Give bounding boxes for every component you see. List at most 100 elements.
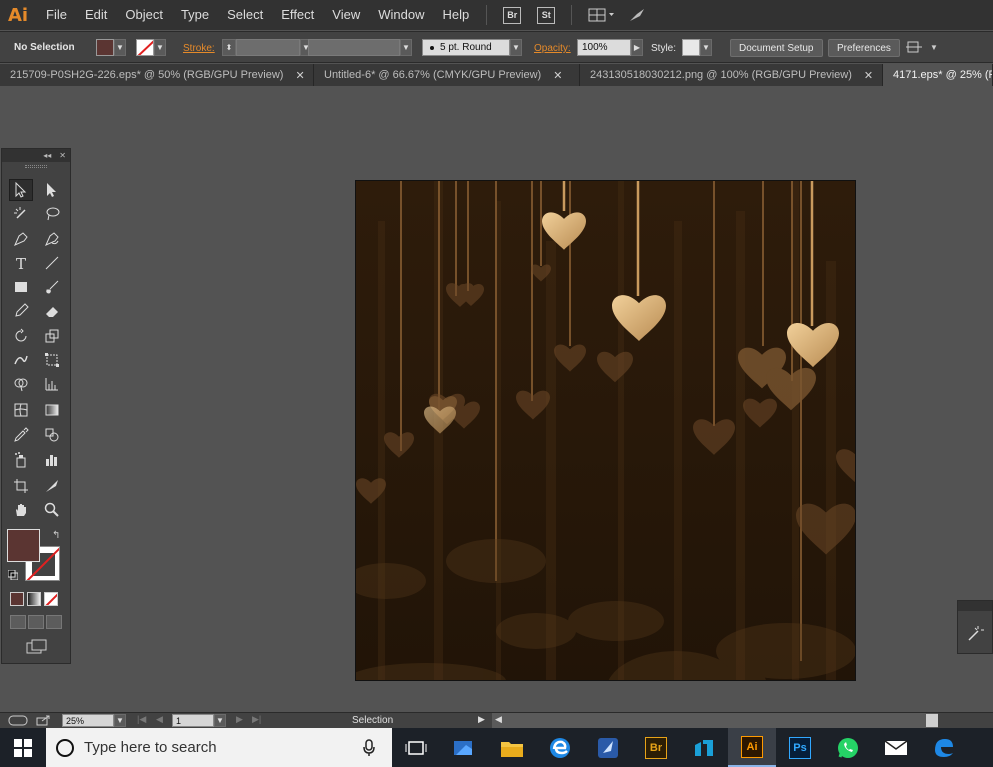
file-explorer-folder-icon[interactable]	[488, 728, 536, 767]
scale-tool[interactable]	[40, 325, 64, 347]
stroke-control[interactable]: ▼	[136, 39, 166, 56]
fill-color-swatch[interactable]	[7, 529, 40, 562]
next-artboard-icon[interactable]: ▶	[236, 714, 243, 725]
status-toggle-icon[interactable]	[8, 715, 28, 729]
stepper-icon[interactable]: ⬍	[222, 39, 236, 56]
eraser-tool[interactable]	[40, 300, 64, 322]
default-fill-stroke-icon[interactable]	[7, 569, 19, 581]
app-icon[interactable]	[584, 728, 632, 767]
blend-tool[interactable]	[40, 424, 64, 446]
style-control[interactable]: ▼	[682, 39, 712, 56]
tab-document-3[interactable]: 243130518030212.png @ 100% (RGB/GPU Prev…	[580, 64, 883, 86]
edge-icon[interactable]	[920, 728, 968, 767]
perspective-grid-tool[interactable]	[40, 373, 64, 395]
bridge-icon[interactable]: Br	[632, 728, 680, 767]
file-explorer-icon[interactable]	[440, 728, 488, 767]
taskbar-search[interactable]: Type here to search	[46, 728, 392, 767]
chevron-down-icon[interactable]: ▼	[400, 39, 412, 56]
first-artboard-icon[interactable]: |◀	[137, 714, 146, 725]
status-menu-icon[interactable]: ▶	[478, 714, 485, 725]
document-setup-button[interactable]: Document Setup	[730, 39, 823, 57]
variable-width-field[interactable]: ▼	[308, 39, 412, 56]
hand-tool[interactable]	[9, 499, 33, 521]
stroke-none-swatch[interactable]	[136, 39, 154, 56]
gpu-performance-icon[interactable]	[628, 7, 646, 23]
slice-tool[interactable]	[40, 475, 64, 497]
panel-header[interactable]	[958, 601, 992, 611]
warp-tool[interactable]	[9, 349, 33, 371]
close-icon[interactable]: ✕	[553, 69, 562, 82]
arrange-documents-icon[interactable]	[588, 7, 616, 23]
draw-normal-icon[interactable]	[10, 615, 26, 629]
start-button[interactable]	[0, 728, 46, 767]
free-transform-tool[interactable]	[40, 349, 64, 371]
tab-document-1[interactable]: 215709-P0SH2G-226.eps* @ 50% (RGB/GPU Pr…	[0, 64, 314, 86]
style-swatch[interactable]	[682, 39, 700, 56]
panel-grip[interactable]	[2, 162, 70, 170]
brush-field[interactable]: 5 pt. Round	[422, 39, 510, 56]
direct-selection-tool[interactable]	[40, 179, 64, 201]
chevron-down-icon[interactable]: ▼	[510, 39, 522, 56]
close-icon[interactable]: ✕	[864, 69, 873, 82]
magic-wand-panel-icon[interactable]	[966, 625, 984, 646]
chevron-down-icon[interactable]: ▼	[114, 714, 126, 727]
chevron-down-icon[interactable]: ▼	[930, 43, 938, 52]
arrange-icon[interactable]: ▼	[906, 39, 938, 55]
curvature-tool[interactable]	[40, 228, 64, 250]
gradient-mode-button[interactable]	[27, 592, 41, 606]
scrollbar-thumb[interactable]	[926, 714, 938, 727]
fill-swatch[interactable]	[96, 39, 114, 56]
magic-wand-tool[interactable]	[9, 203, 33, 225]
symbol-sprayer-tool[interactable]	[9, 449, 33, 471]
screen-mode-icon[interactable]	[26, 639, 48, 658]
eyedropper-tool[interactable]	[9, 424, 33, 446]
stroke-weight-field[interactable]: ⬍ ▼	[222, 39, 312, 56]
menu-effect[interactable]: Effect	[272, 0, 323, 30]
pen-tool[interactable]	[9, 228, 33, 250]
app-icon-2[interactable]	[680, 728, 728, 767]
artboard-navigator[interactable]: 1 ▼	[172, 714, 226, 727]
zoom-tool[interactable]	[40, 499, 64, 521]
chevron-down-icon[interactable]: ▼	[154, 39, 166, 56]
menu-view[interactable]: View	[323, 0, 369, 30]
menu-type[interactable]: Type	[172, 0, 218, 30]
rectangle-tool[interactable]	[9, 276, 33, 298]
tab-document-4[interactable]: 4171.eps* @ 25% (RGB/GPU Preview)	[883, 64, 993, 86]
draw-inside-icon[interactable]	[46, 615, 62, 629]
lasso-tool[interactable]	[40, 203, 64, 225]
last-artboard-icon[interactable]: ▶|	[252, 714, 261, 725]
menu-select[interactable]: Select	[218, 0, 272, 30]
close-icon[interactable]: ✕	[59, 151, 66, 160]
photoshop-icon[interactable]: Ps	[776, 728, 824, 767]
opacity-control[interactable]: 100% ▶	[577, 39, 643, 56]
mesh-tool[interactable]	[9, 399, 33, 421]
opacity-label[interactable]: Opacity:	[534, 43, 571, 54]
swap-fill-stroke-icon[interactable]: ↰	[52, 530, 60, 541]
menu-window[interactable]: Window	[369, 0, 433, 30]
brush-definition[interactable]: 5 pt. Round ▼	[422, 39, 522, 56]
tab-document-2[interactable]: Untitled-6* @ 66.67% (CMYK/GPU Preview) …	[314, 64, 580, 86]
selection-tool[interactable]	[9, 179, 33, 201]
opacity-input[interactable]: 100%	[577, 39, 631, 56]
paintbrush-tool[interactable]	[40, 276, 64, 298]
artboard-number-input[interactable]: 1	[172, 714, 214, 727]
task-view-icon[interactable]	[392, 728, 440, 767]
rotate-tool[interactable]	[9, 325, 33, 347]
illustrator-icon[interactable]: Ai	[728, 728, 776, 767]
line-tool[interactable]	[40, 252, 64, 274]
column-graph-tool[interactable]	[40, 449, 64, 471]
type-tool[interactable]: T	[9, 252, 33, 274]
mail-icon[interactable]	[872, 728, 920, 767]
tools-panel-header[interactable]: ◂◂ ✕	[2, 149, 70, 162]
stock-button[interactable]: St	[537, 6, 556, 24]
fill-control[interactable]: ▼	[96, 39, 126, 56]
close-icon[interactable]: ✕	[295, 69, 304, 82]
variable-width-input[interactable]	[308, 39, 400, 56]
chevron-right-icon[interactable]: ▶	[631, 39, 643, 56]
artboard-tool[interactable]	[9, 475, 33, 497]
horizontal-scrollbar[interactable]: ◀	[492, 713, 938, 728]
stroke-weight-input[interactable]	[236, 39, 300, 56]
chevron-down-icon[interactable]: ▼	[700, 39, 712, 56]
search-input[interactable]: Type here to search	[84, 739, 362, 756]
zoom-control[interactable]: 25% ▼	[62, 714, 126, 727]
